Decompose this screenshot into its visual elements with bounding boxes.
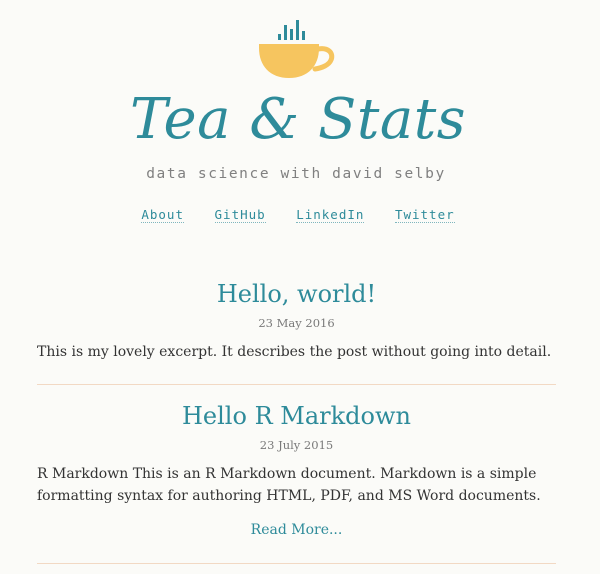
- nav-link-github[interactable]: GitHub: [214, 207, 266, 223]
- page: Tea & Stats data science with david selb…: [0, 0, 600, 574]
- main-nav: About GitHub LinkedIn Twitter: [0, 206, 596, 224]
- nav-link-linkedin[interactable]: LinkedIn: [296, 207, 365, 223]
- post-date: 23 May 2016: [258, 316, 335, 330]
- post-divider: [37, 563, 556, 564]
- post-title-link[interactable]: Hello R Markdown: [37, 401, 556, 431]
- site-title[interactable]: Tea & Stats: [0, 82, 596, 158]
- post-title-link[interactable]: Hello, world!: [37, 279, 556, 309]
- post-item: Hello R Markdown 23 July 2015 R Markdown…: [37, 401, 556, 540]
- nav-link-about[interactable]: About: [141, 207, 184, 223]
- read-more-link[interactable]: Read More...: [37, 520, 556, 540]
- post-divider: [37, 384, 556, 385]
- teacup-bar-chart-icon[interactable]: [256, 16, 338, 80]
- nav-link-twitter[interactable]: Twitter: [394, 207, 455, 223]
- site-tagline: data science with david selby: [146, 166, 446, 182]
- post-date: 23 July 2015: [259, 438, 334, 452]
- post-excerpt: R Markdown This is an R Markdown documen…: [37, 466, 541, 504]
- post-excerpt: This is my lovely excerpt. It describes …: [37, 344, 552, 360]
- post-item: Hello, world! 23 May 2016 This is my lov…: [37, 279, 556, 363]
